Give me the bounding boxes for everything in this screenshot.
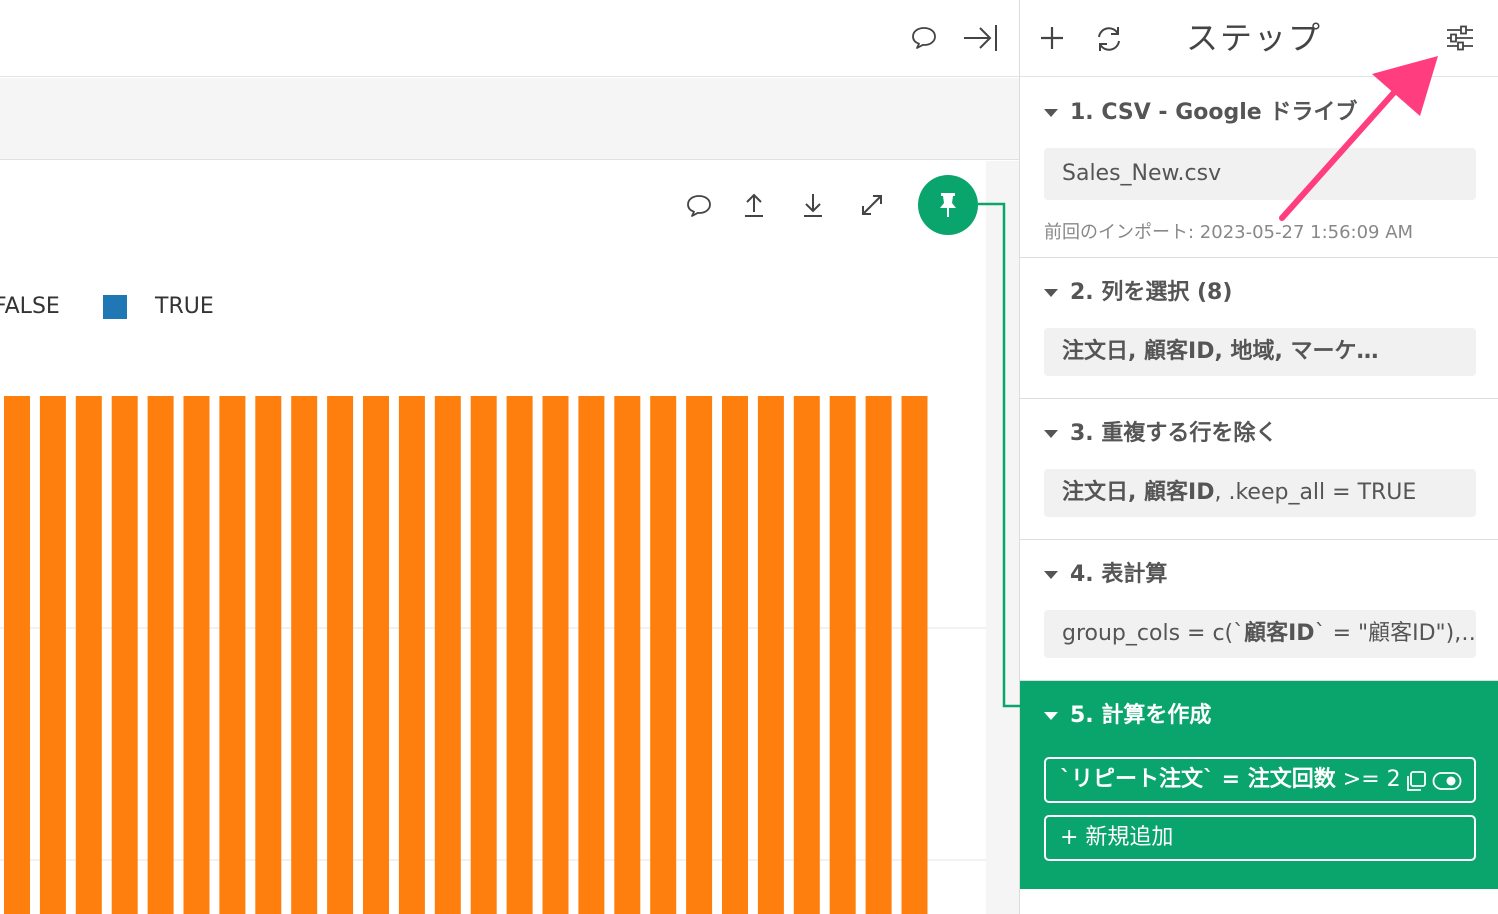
step-5-active[interactable]: 5. 計算を作成 `リピート注文` = 注文回数 >= 2 + 新規追加 bbox=[1020, 681, 1498, 889]
bar-25[interactable] bbox=[865, 396, 892, 914]
comment-icon[interactable] bbox=[906, 22, 942, 54]
toggle-icon[interactable] bbox=[1432, 771, 1462, 791]
legend-swatch-true bbox=[103, 295, 127, 319]
caret-down-icon bbox=[1044, 571, 1058, 579]
step-4-value[interactable]: group_cols = c(`顧客ID` = "顧客ID"),… bbox=[1044, 610, 1476, 658]
step-1-header[interactable]: 1. CSV - Google ドライブ bbox=[1044, 98, 1357, 128]
bar-4[interactable] bbox=[111, 396, 138, 914]
legend-label-false: FALSE bbox=[0, 294, 60, 319]
bar-17[interactable] bbox=[578, 396, 605, 914]
bar-20[interactable] bbox=[686, 396, 713, 914]
refresh-icon bbox=[1098, 27, 1120, 51]
step-2-title: 2. 列を選択 (8) bbox=[1070, 280, 1233, 305]
bar-chart bbox=[0, 396, 986, 914]
caret-down-icon bbox=[1044, 109, 1058, 117]
copy-icon[interactable] bbox=[1404, 769, 1428, 793]
legend-label-true: TRUE bbox=[155, 294, 214, 319]
caret-down-icon bbox=[1044, 712, 1058, 720]
step-5-calc-bold: `リピート注文` = 注文回数 bbox=[1060, 767, 1336, 792]
step-3-value[interactable]: 注文日, 顧客ID, .keep_all = TRUE bbox=[1044, 469, 1476, 517]
bar-23[interactable] bbox=[793, 396, 820, 914]
app-root: FALSE TRUE ステップ 1. CSV - Google ドライブ Sal… bbox=[0, 0, 1498, 914]
refresh-button[interactable] bbox=[1090, 20, 1128, 58]
step-4-value-pre: group_cols = c(` bbox=[1062, 621, 1245, 646]
bar-22[interactable] bbox=[757, 396, 784, 914]
chart-gutter bbox=[986, 161, 1019, 914]
sub-toolbar bbox=[0, 78, 1019, 160]
pin-icon bbox=[940, 193, 956, 217]
bar-24[interactable] bbox=[829, 396, 856, 914]
bar-13[interactable] bbox=[434, 396, 461, 914]
steps-title: ステップ bbox=[1186, 19, 1323, 57]
upload-icon[interactable] bbox=[738, 189, 770, 221]
expand-icon[interactable] bbox=[856, 189, 888, 221]
step-1-title: 1. CSV - Google ドライブ bbox=[1070, 100, 1358, 125]
step-2[interactable]: 2. 列を選択 (8) 注文日, 顧客ID, 地域, マーケ… bbox=[1020, 258, 1498, 399]
step-4-header[interactable]: 4. 表計算 bbox=[1044, 560, 1167, 590]
step-3-value-bold: 注文日, 顧客ID bbox=[1062, 480, 1215, 505]
main-area: FALSE TRUE bbox=[0, 0, 1019, 914]
bar-16[interactable] bbox=[542, 396, 569, 914]
bar-10[interactable] bbox=[327, 396, 354, 914]
bar-12[interactable] bbox=[398, 396, 425, 914]
bar-6[interactable] bbox=[183, 396, 210, 914]
step-5-header[interactable]: 5. 計算を作成 bbox=[1044, 701, 1211, 731]
bar-1[interactable] bbox=[4, 396, 30, 914]
bar-18[interactable] bbox=[614, 396, 641, 914]
bar-14[interactable] bbox=[470, 396, 497, 914]
top-toolbar bbox=[0, 0, 1019, 77]
collapse-panel-icon[interactable] bbox=[958, 20, 1002, 56]
bar-7[interactable] bbox=[219, 396, 246, 914]
settings-sliders-icon bbox=[1447, 25, 1473, 51]
step-1-value[interactable]: Sales_New.csv bbox=[1044, 148, 1476, 200]
step-3-value-rest: , .keep_all = TRUE bbox=[1214, 480, 1417, 505]
step-2-header[interactable]: 2. 列を選択 (8) bbox=[1044, 278, 1232, 308]
step-1[interactable]: 1. CSV - Google ドライブ Sales_New.csv 前回のイン… bbox=[1020, 78, 1498, 258]
bar-19[interactable] bbox=[650, 396, 677, 914]
step-1-last-import: 前回のインポート: 2023-05-27 1:56:09 AM bbox=[1044, 222, 1414, 243]
bar-21[interactable] bbox=[722, 396, 748, 914]
bar-15[interactable] bbox=[506, 396, 533, 914]
step-4-value-post: ` = "顧客ID"),… bbox=[1314, 621, 1476, 646]
step-5-title: 5. 計算を作成 bbox=[1070, 703, 1212, 728]
step-3-title: 3. 重複する行を除く bbox=[1070, 421, 1278, 446]
plus-icon bbox=[1041, 27, 1063, 49]
step-3-header[interactable]: 3. 重複する行を除く bbox=[1044, 419, 1277, 449]
bar-8[interactable] bbox=[255, 396, 282, 914]
step-4-title: 4. 表計算 bbox=[1070, 562, 1168, 587]
steps-panel: ステップ 1. CSV - Google ドライブ Sales_New.csv … bbox=[1019, 0, 1498, 914]
step-5-calculation[interactable]: `リピート注文` = 注文回数 >= 2 bbox=[1044, 757, 1476, 803]
chart-comment-icon[interactable] bbox=[682, 191, 716, 221]
step-4-value-bold: 顧客ID bbox=[1244, 621, 1315, 646]
bar-3[interactable] bbox=[75, 396, 102, 914]
add-step-button[interactable] bbox=[1034, 20, 1070, 56]
download-icon[interactable] bbox=[797, 189, 829, 221]
step-2-value[interactable]: 注文日, 顧客ID, 地域, マーケ… bbox=[1044, 328, 1476, 376]
bar-9[interactable] bbox=[291, 396, 318, 914]
caret-down-icon bbox=[1044, 289, 1058, 297]
bar-26[interactable] bbox=[901, 396, 928, 914]
pin-button[interactable] bbox=[918, 175, 978, 235]
settings-button[interactable] bbox=[1442, 20, 1478, 56]
steps-header: ステップ bbox=[1020, 0, 1498, 77]
bar-2[interactable] bbox=[39, 396, 66, 914]
step-3[interactable]: 3. 重複する行を除く 注文日, 顧客ID, .keep_all = TRUE bbox=[1020, 399, 1498, 540]
bar-11[interactable] bbox=[363, 396, 389, 914]
step-5-calc-rest: >= 2 bbox=[1335, 767, 1401, 792]
caret-down-icon bbox=[1044, 430, 1058, 438]
add-new-button[interactable]: + 新規追加 bbox=[1044, 815, 1476, 861]
bar-5[interactable] bbox=[147, 396, 174, 914]
chart-bars bbox=[4, 396, 928, 914]
step-4[interactable]: 4. 表計算 group_cols = c(`顧客ID` = "顧客ID"),… bbox=[1020, 540, 1498, 681]
